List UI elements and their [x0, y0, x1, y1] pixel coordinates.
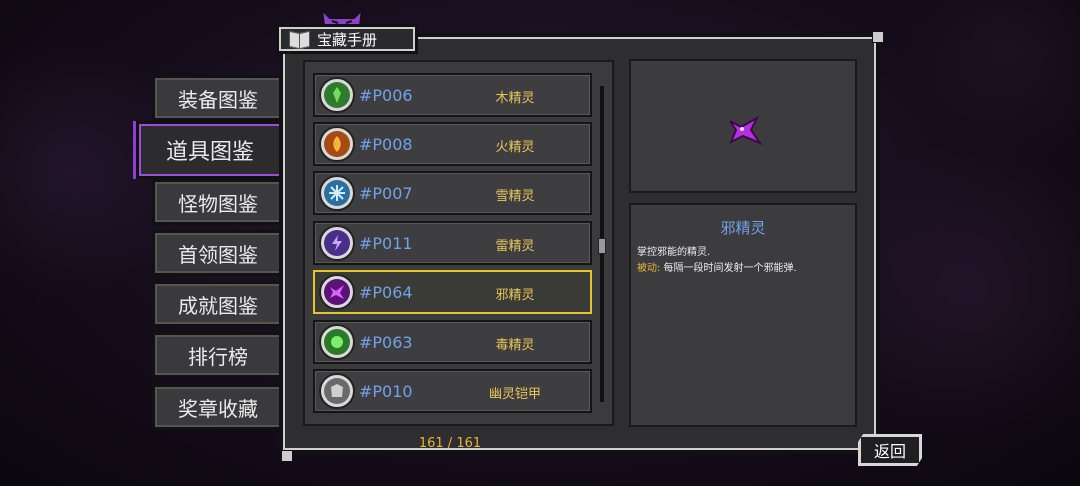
item-code: #P006 — [359, 86, 413, 105]
tab-monster-codex[interactable]: 怪物图鉴 — [152, 179, 284, 225]
item-name: 火精灵 — [495, 140, 535, 155]
list-item[interactable]: #P011 雷精灵 — [313, 221, 592, 265]
item-code: #P011 — [359, 234, 413, 253]
background-glow — [900, 0, 1080, 160]
tab-label: 成就图鉴 — [178, 293, 258, 318]
item-preview — [629, 59, 857, 193]
detail-passive: 被动: 每隔一段时间发射一个邪能弹. — [637, 259, 797, 274]
item-name: 幽灵铠甲 — [488, 387, 541, 402]
tab-item-codex[interactable]: 道具图鉴 — [136, 121, 284, 179]
item-code: #P064 — [359, 283, 413, 302]
item-code: #P008 — [359, 135, 413, 154]
item-name: 雪精灵 — [495, 189, 535, 204]
item-code: #P063 — [359, 333, 413, 352]
corner-bolt — [872, 31, 884, 43]
item-name: 木精灵 — [495, 91, 535, 106]
back-label: 返回 — [873, 442, 906, 461]
item-name: 雷精灵 — [495, 239, 535, 254]
back-button[interactable]: 返回 — [858, 434, 922, 466]
passive-text: 每隔一段时间发射一个邪能弹. — [660, 263, 797, 274]
scroll-thumb[interactable] — [598, 238, 606, 254]
tab-medal-collection[interactable]: 奖章收藏 — [152, 384, 284, 430]
fire-spirit-icon — [319, 126, 355, 162]
tab-label: 道具图鉴 — [165, 140, 254, 165]
item-code: #P010 — [359, 382, 413, 401]
detail-description: 掌控邪能的精灵. — [637, 247, 711, 258]
item-name: 邪精灵 — [495, 288, 535, 303]
title-bar: 宝藏手册 — [276, 24, 418, 54]
tab-boss-codex[interactable]: 首领图鉴 — [152, 230, 284, 276]
list-item[interactable]: #P063 毒精灵 — [313, 320, 592, 364]
tab-leaderboard[interactable]: 排行榜 — [152, 332, 284, 378]
item-code: #P007 — [359, 184, 413, 203]
poison-spirit-icon — [319, 324, 355, 360]
wood-spirit-icon — [319, 77, 355, 113]
page-title: 宝藏手册 — [317, 30, 378, 49]
list-item[interactable]: #P008 火精灵 — [313, 122, 592, 166]
tab-label: 奖章收藏 — [178, 396, 258, 421]
ghost-armor-icon — [319, 373, 355, 409]
list-item[interactable]: #P010 幽灵铠甲 — [313, 369, 592, 413]
thunder-spirit-icon — [319, 225, 355, 261]
tab-label: 排行榜 — [188, 344, 248, 369]
corner-bolt — [281, 450, 293, 462]
list-item[interactable]: #P006 木精灵 — [313, 73, 592, 117]
list-item-selected[interactable]: #P064 邪精灵 — [313, 270, 592, 314]
tab-label: 装备图鉴 — [178, 87, 258, 112]
tab-achievement-codex[interactable]: 成就图鉴 — [152, 281, 284, 327]
tab-label: 怪物图鉴 — [178, 191, 258, 216]
item-name: 毒精灵 — [495, 338, 535, 353]
list-item[interactable]: #P007 雪精灵 — [313, 171, 592, 215]
tab-label: 首领图鉴 — [178, 242, 258, 267]
item-count: 161 / 161 — [418, 436, 482, 451]
snow-spirit-icon — [319, 175, 355, 211]
evil-spirit-icon — [729, 115, 763, 146]
book-icon — [289, 32, 309, 46]
evil-spirit-icon — [319, 274, 355, 310]
detail-item-name: 邪精灵 — [720, 219, 766, 237]
tab-equipment-codex[interactable]: 装备图鉴 — [152, 75, 284, 121]
passive-label: 被动: — [637, 263, 661, 274]
